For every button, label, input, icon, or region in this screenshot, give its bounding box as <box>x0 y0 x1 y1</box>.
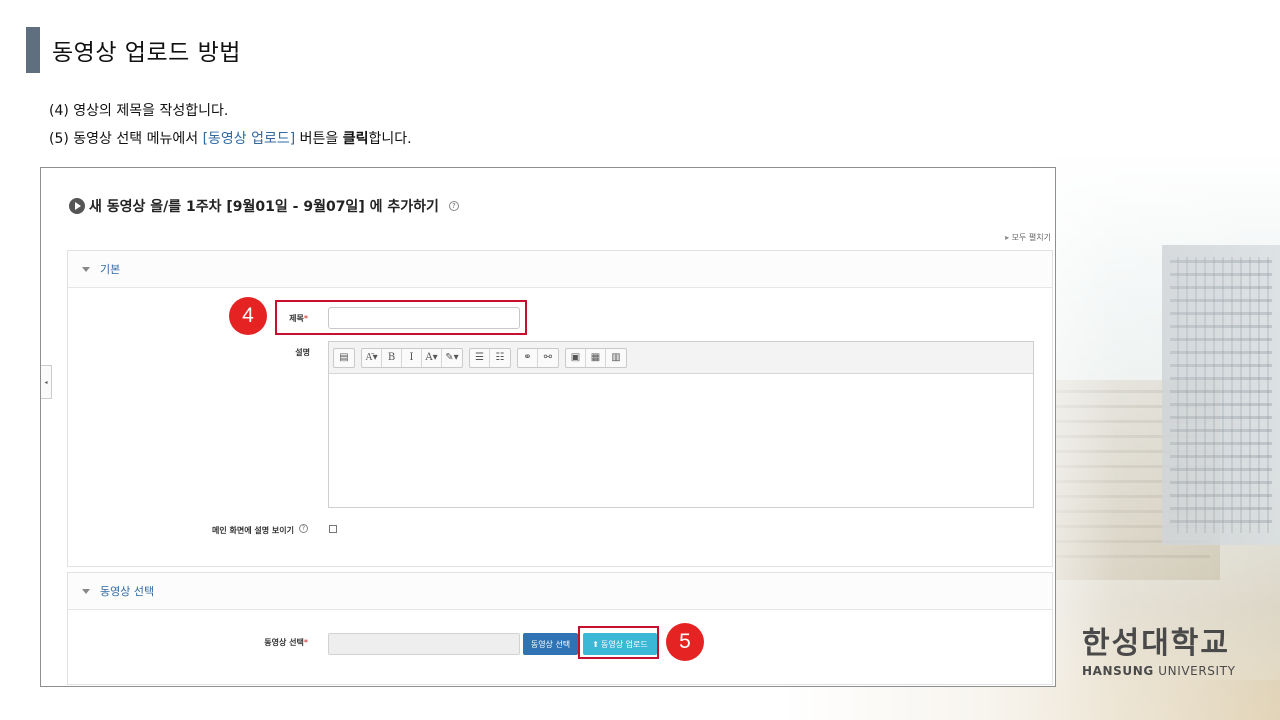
video-icon[interactable]: ▥ <box>606 349 626 367</box>
text-color-icon[interactable]: A▾ <box>422 348 442 367</box>
toolbar-group: ▣ ▦ ▥ <box>565 347 627 368</box>
show-description-label: 메인 화면에 설명 보이기 <box>212 526 294 535</box>
italic-icon[interactable]: I <box>402 348 422 367</box>
sidebar-collapse-tab[interactable]: ◂ <box>41 365 52 399</box>
section-video-select-header[interactable]: 동영상 선택 <box>68 573 1052 610</box>
step-5-badge: 5 <box>666 623 704 661</box>
bold-icon[interactable]: B <box>382 348 402 367</box>
toolbar-group: ⚭ ⚯ <box>517 347 559 368</box>
chevron-left-icon: ◂ <box>44 378 48 386</box>
play-icon <box>69 198 85 214</box>
help-icon[interactable]: ? <box>448 201 459 211</box>
logo-korean: 한성대학교 <box>1082 626 1230 661</box>
caret-down-icon <box>82 266 90 272</box>
video-file-field[interactable] <box>328 633 520 655</box>
caret-down-icon <box>82 588 90 594</box>
page-heading: 새 동영상 을/를 1주차 [9월01일 - 9월07일] 에 추가하기 ? <box>69 196 459 216</box>
lms-screenshot: 새 동영상 을/를 1주차 [9월01일 - 9월07일] 에 추가하기 ? 모… <box>40 167 1056 687</box>
font-size-icon[interactable]: A͂▾ <box>362 348 382 367</box>
toolbar-group: A͂▾ B I A▾ ✎▾ <box>361 347 463 368</box>
section-video-select-title: 동영상 선택 <box>100 585 155 598</box>
step-4-badge: 4 <box>229 297 267 335</box>
step-5-text: (5) 동영상 선택 메뉴에서 [동영상 업로드] 버튼을 클릭합니다. <box>49 131 412 147</box>
section-video-select: 동영상 선택 동영상 선택* 동영상 선택 ⬆ 동영상 업로드 <box>67 572 1053 685</box>
section-basic-header[interactable]: 기본 <box>68 251 1052 288</box>
description-label: 설명 <box>295 348 310 357</box>
link-icon[interactable]: ⚭ <box>518 348 538 367</box>
help-icon-small[interactable]: ? <box>299 524 308 533</box>
upload-button-reference: [동영상 업로드] <box>202 131 296 147</box>
required-mark: * <box>303 638 308 647</box>
logo-english: HANSUNG UNIVERSITY <box>1082 664 1236 678</box>
section-basic-title: 기본 <box>100 263 121 276</box>
click-emphasis: 클릭 <box>342 131 369 147</box>
media-icon[interactable]: ▦ <box>586 348 606 367</box>
video-select-button[interactable]: 동영상 선택 <box>523 633 578 655</box>
numbered-list-icon[interactable]: ☷ <box>490 349 510 367</box>
video-select-label: 동영상 선택* <box>264 638 308 647</box>
expand-all-link[interactable]: 모두 펼치기 <box>1005 232 1051 243</box>
description-editor[interactable]: ▤ A͂▾ B I A▾ ✎▾ ☰ ☷ ⚭ ⚯ ▣ ▦ ▥ <box>328 341 1034 508</box>
step-5-highlight-box <box>578 626 659 659</box>
toolbar-group: ☰ ☷ <box>469 347 511 368</box>
editor-content-area[interactable] <box>329 374 1033 507</box>
hansung-university-logo: 한성대학교 HANSUNG UNIVERSITY <box>1082 626 1236 679</box>
page-heading-text: 새 동영상 을/를 1주차 [9월01일 - 9월07일] 에 추가하기 <box>89 199 439 215</box>
unlink-icon[interactable]: ⚯ <box>538 349 558 367</box>
toolbar-group: ▤ <box>333 347 355 368</box>
instruction-steps: (4) 영상의 제목을 작성합니다. (5) 동영상 선택 메뉴에서 [동영상 … <box>49 97 412 153</box>
format-icon[interactable]: ▤ <box>334 349 354 367</box>
highlight-icon[interactable]: ✎▾ <box>442 349 462 367</box>
bullet-list-icon[interactable]: ☰ <box>470 348 490 367</box>
image-icon[interactable]: ▣ <box>566 348 586 367</box>
show-description-checkbox[interactable] <box>329 525 337 533</box>
step-4-text: (4) 영상의 제목을 작성합니다. <box>49 103 229 119</box>
title-accent-bar <box>26 27 40 73</box>
editor-toolbar: ▤ A͂▾ B I A▾ ✎▾ ☰ ☷ ⚭ ⚯ ▣ ▦ ▥ <box>329 342 1033 374</box>
step-4-highlight-box <box>275 300 527 335</box>
slide-title: 동영상 업로드 방법 <box>52 40 241 66</box>
section-basic: 기본 제목* 설명 ▤ A͂▾ B I A▾ ✎▾ ☰ ☷ ⚭ ⚯ ▣ ▦ ▥ 메인 화면에 설명 보이… <box>67 250 1053 567</box>
